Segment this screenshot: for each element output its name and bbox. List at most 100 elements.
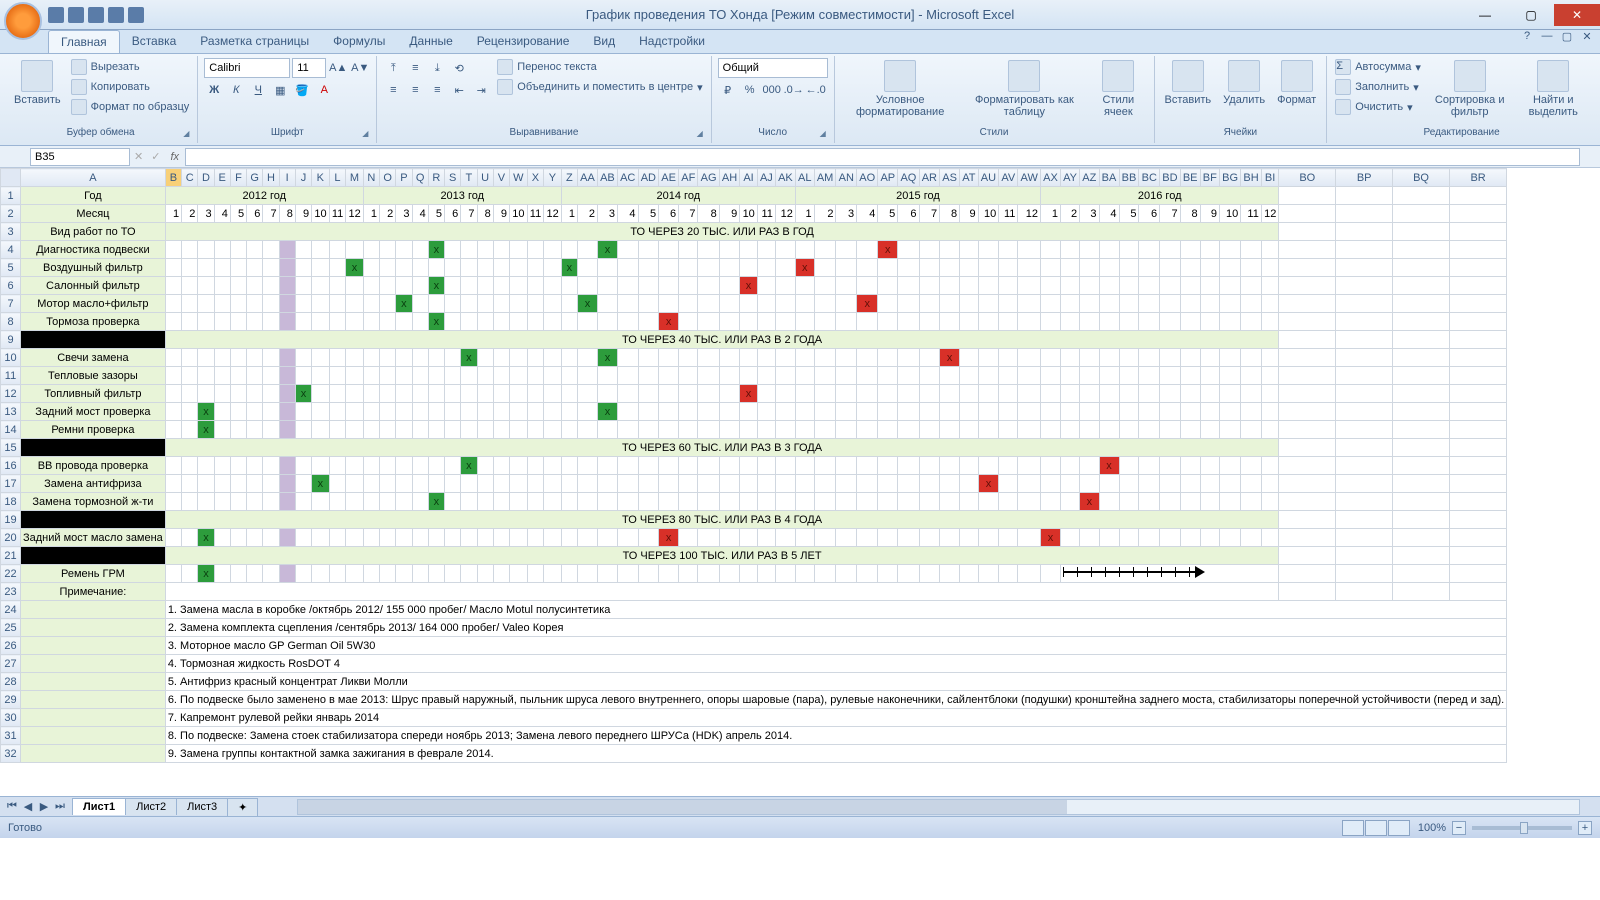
cell-16-37[interactable] <box>795 457 814 475</box>
cell-17-42[interactable] <box>898 475 919 493</box>
row-label-1[interactable]: Год <box>21 187 166 205</box>
cell-4-7[interactable] <box>263 241 279 259</box>
cell-7-43[interactable] <box>919 295 940 313</box>
cell-22-13[interactable] <box>363 565 379 583</box>
row-label-10[interactable]: Свечи замена <box>21 349 166 367</box>
cell-11-58[interactable] <box>1220 367 1241 385</box>
month-cell[interactable]: 7 <box>263 205 279 223</box>
cell-5-23[interactable] <box>527 259 544 277</box>
cell-10-9[interactable] <box>295 349 311 367</box>
sort-filter-button[interactable]: Сортировка и фильтр <box>1427 58 1513 127</box>
cell-16-42[interactable] <box>898 457 919 475</box>
cell-20-56[interactable] <box>1180 529 1200 547</box>
cell-14-14[interactable] <box>380 421 396 439</box>
cell-4-26[interactable] <box>577 241 597 259</box>
row-15[interactable]: 15 <box>1 439 21 457</box>
note-7[interactable]: 8. По подвеске: Замена стоек стабилизато… <box>165 727 1506 745</box>
col-AC[interactable]: AC <box>617 169 638 187</box>
col-Q[interactable]: Q <box>412 169 428 187</box>
align-right-button[interactable]: ≡ <box>427 80 447 100</box>
cell-16-54[interactable] <box>1139 457 1160 475</box>
cell-13-13[interactable] <box>363 403 379 421</box>
cell-6-9[interactable] <box>295 277 311 295</box>
section-header-3[interactable]: ТО ЧЕРЕЗ 20 ТЫС. ИЛИ РАЗ В ГОД <box>165 223 1279 241</box>
cell-10-5[interactable] <box>230 349 246 367</box>
cell-7-19[interactable] <box>461 295 477 313</box>
cell-6-8[interactable] <box>279 277 295 295</box>
cell-11-54[interactable] <box>1139 367 1160 385</box>
cell-11-38[interactable] <box>814 367 836 385</box>
cell-20-53[interactable] <box>1119 529 1139 547</box>
help-icon[interactable]: ? <box>1518 30 1536 44</box>
cell-13-17[interactable] <box>428 403 444 421</box>
cell-17-39[interactable] <box>836 475 857 493</box>
cell-16-2[interactable] <box>182 457 198 475</box>
cell-13-33[interactable] <box>719 403 740 421</box>
cell-20-28[interactable] <box>617 529 638 547</box>
cell-18-43[interactable] <box>919 493 940 511</box>
cell-11-10[interactable] <box>312 367 330 385</box>
cell-8-36[interactable] <box>775 313 795 331</box>
cell-8-51[interactable] <box>1080 313 1099 331</box>
cell-6-45[interactable] <box>960 277 979 295</box>
cell-13-51[interactable] <box>1080 403 1099 421</box>
cell-20-23[interactable] <box>527 529 544 547</box>
cell-8-21[interactable] <box>493 313 509 331</box>
month-cell[interactable]: 5 <box>428 205 444 223</box>
cell-8-31[interactable] <box>679 313 698 331</box>
cell-20-48[interactable] <box>1018 529 1041 547</box>
cell-16-60[interactable] <box>1261 457 1279 475</box>
cell-5-3[interactable] <box>198 259 214 277</box>
month-cell[interactable]: 6 <box>898 205 919 223</box>
cell-4-8[interactable] <box>279 241 295 259</box>
cell-8-49[interactable] <box>1041 313 1061 331</box>
cell-14-47[interactable] <box>999 421 1018 439</box>
cell-8-60[interactable] <box>1261 313 1279 331</box>
cell-18-51[interactable]: x <box>1080 493 1099 511</box>
cell-7-60[interactable] <box>1261 295 1279 313</box>
cell-18-14[interactable] <box>380 493 396 511</box>
cell-17-17[interactable] <box>428 475 444 493</box>
col-BI[interactable]: BI <box>1261 169 1279 187</box>
cell-16-25[interactable] <box>561 457 577 475</box>
cell-5-51[interactable] <box>1080 259 1099 277</box>
cell-18-18[interactable] <box>445 493 461 511</box>
month-cell[interactable]: 12 <box>346 205 364 223</box>
ribbon-tab-0[interactable]: Главная <box>48 30 120 53</box>
cell-6-20[interactable] <box>477 277 493 295</box>
row-label-11[interactable]: Тепловые зазоры <box>21 367 166 385</box>
cell-4-30[interactable] <box>659 241 679 259</box>
cell-10-58[interactable] <box>1220 349 1241 367</box>
cell-12-24[interactable] <box>544 385 562 403</box>
cell-11-2[interactable] <box>182 367 198 385</box>
col-G[interactable]: G <box>247 169 263 187</box>
month-cell[interactable]: 4 <box>412 205 428 223</box>
note-0[interactable]: 1. Замена масла в коробке /октябрь 2012/… <box>165 601 1506 619</box>
sheet-tab-Лист1[interactable]: Лист1 <box>72 798 126 815</box>
cell-20-39[interactable] <box>836 529 857 547</box>
cell-12-45[interactable] <box>960 385 979 403</box>
cell-11-45[interactable] <box>960 367 979 385</box>
comma-button[interactable]: 000 <box>762 80 782 100</box>
col-O[interactable]: O <box>380 169 396 187</box>
cell-18-36[interactable] <box>775 493 795 511</box>
cell-18-58[interactable] <box>1220 493 1241 511</box>
cell-5-59[interactable] <box>1241 259 1262 277</box>
cell-10-13[interactable] <box>363 349 379 367</box>
cell-5-29[interactable] <box>638 259 659 277</box>
month-cell[interactable]: 8 <box>1180 205 1200 223</box>
sheet-nav-last[interactable]: ⏭ <box>52 800 68 813</box>
delete-cells-button[interactable]: Удалить <box>1219 58 1269 127</box>
cell-8-8[interactable] <box>279 313 295 331</box>
cell-6-33[interactable] <box>719 277 740 295</box>
accept-formula-icon[interactable]: ✓ <box>151 150 160 163</box>
cell-5-41[interactable] <box>878 259 898 277</box>
cell-5-7[interactable] <box>263 259 279 277</box>
cell-22-30[interactable] <box>659 565 679 583</box>
cell-22-17[interactable] <box>428 565 444 583</box>
cell-5-16[interactable] <box>412 259 428 277</box>
cell-20-19[interactable] <box>461 529 477 547</box>
cell-10-27[interactable]: x <box>597 349 617 367</box>
ribbon-tab-2[interactable]: Разметка страницы <box>188 30 321 53</box>
number-launcher[interactable]: ◢ <box>820 129 832 141</box>
